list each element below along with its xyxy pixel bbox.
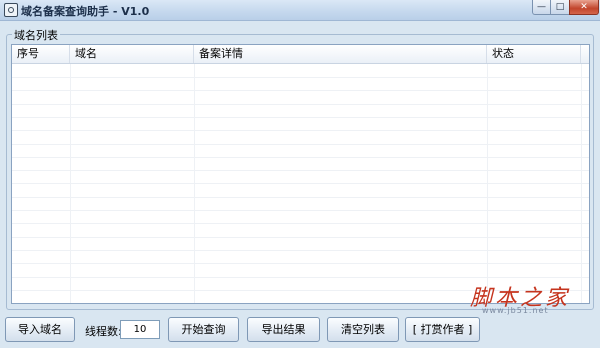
table-header: 序号 域名 备案详情 状态: [12, 45, 589, 64]
column-gridline: [581, 64, 582, 303]
column-header-domain[interactable]: 域名: [70, 45, 194, 63]
clear-list-button[interactable]: 清空列表: [327, 317, 399, 342]
domain-table[interactable]: 序号 域名 备案详情 状态: [11, 44, 590, 304]
empty-table-row: [12, 184, 589, 198]
empty-table-row: [12, 224, 589, 238]
window-title: 域名备案查询助手 - V1.0: [21, 5, 150, 18]
empty-table-row: [12, 197, 589, 211]
empty-table-row: [12, 170, 589, 185]
threads-label: 线程数:: [85, 325, 122, 338]
empty-table-row: [12, 131, 589, 145]
app-icon: [4, 3, 18, 17]
column-gridline: [487, 64, 488, 303]
empty-table-row: [12, 237, 589, 251]
threads-input[interactable]: [120, 320, 160, 339]
empty-table-row: [12, 264, 589, 278]
empty-table-row: [12, 157, 589, 172]
column-gridline: [194, 64, 195, 303]
empty-table-row: [12, 104, 589, 118]
watermark-url: www.jb51.net: [482, 306, 549, 315]
empty-table-row: [12, 77, 589, 92]
column-header-details[interactable]: 备案详情: [194, 45, 487, 63]
empty-table-row: [12, 210, 589, 225]
empty-table-row: [12, 250, 589, 265]
title-bar[interactable]: 域名备案查询助手 - V1.0 — □ ✕: [0, 0, 600, 21]
minimize-button[interactable]: —: [532, 0, 551, 15]
export-results-button[interactable]: 导出结果: [247, 317, 320, 342]
start-query-button[interactable]: 开始查询: [168, 317, 239, 342]
group-label: 域名列表: [12, 27, 60, 43]
empty-table-row: [12, 144, 589, 158]
maximize-button[interactable]: □: [550, 0, 570, 15]
empty-table-row: [12, 117, 589, 132]
empty-table-row: [12, 64, 589, 78]
empty-table-row: [12, 91, 589, 105]
donate-author-button[interactable]: [ 打赏作者 ]: [405, 317, 480, 342]
column-header-filler: [581, 45, 589, 63]
import-domains-button[interactable]: 导入域名: [5, 317, 75, 342]
close-button[interactable]: ✕: [569, 0, 599, 15]
column-header-status[interactable]: 状态: [487, 45, 581, 63]
column-header-index[interactable]: 序号: [12, 45, 70, 63]
column-gridline: [70, 64, 71, 303]
